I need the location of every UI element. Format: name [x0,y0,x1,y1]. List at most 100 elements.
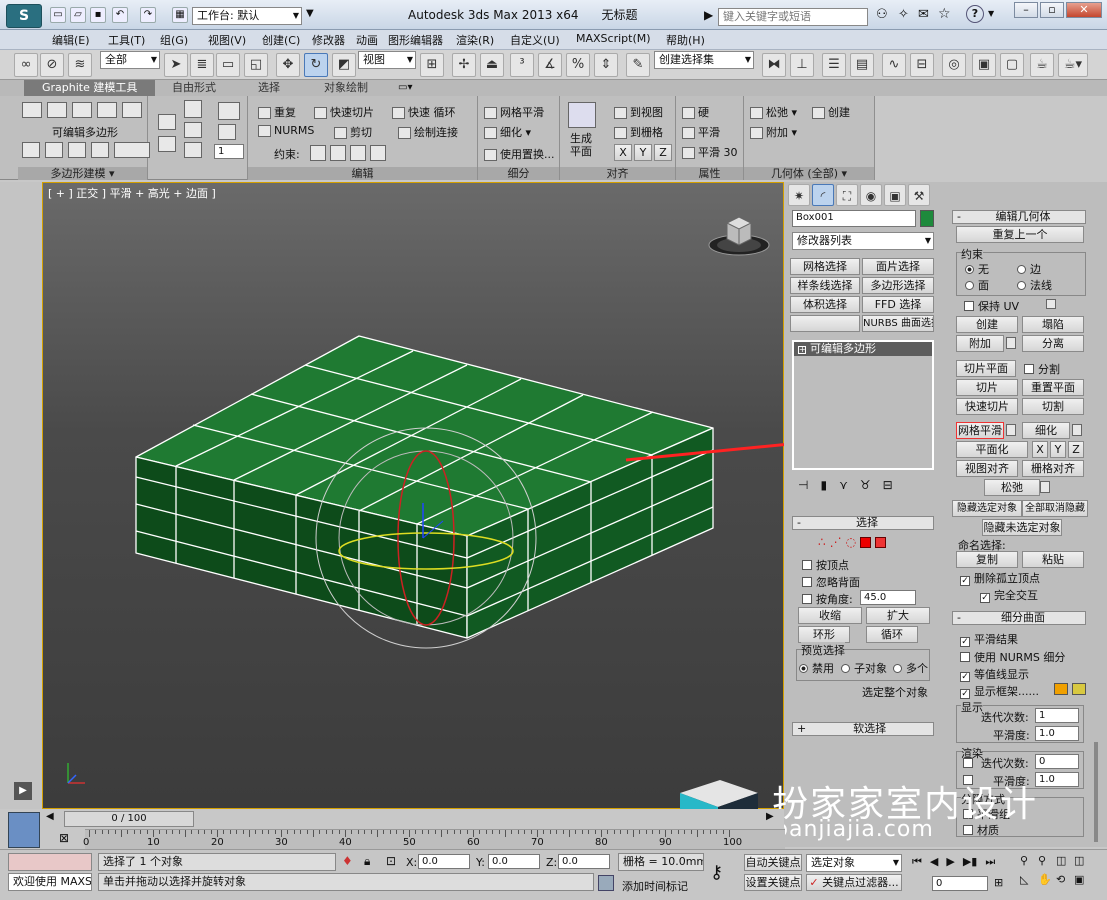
search-arrow-icon[interactable]: ▶ [704,8,713,22]
grid-align-button[interactable]: 栅格对齐 [1022,460,1084,477]
constrain-normal-icon[interactable] [370,145,386,161]
render-teapot-icon[interactable]: ☕ [1030,53,1054,77]
configure-sets-icon[interactable]: ⊟ [883,478,893,492]
redo-icon[interactable]: ↷ [140,7,156,23]
menu-rendering[interactable]: 渲染(R) [456,32,494,48]
maxscript-listener[interactable] [8,853,92,871]
time-slider[interactable]: ◀ 0 / 100 ▶ [42,809,784,829]
stack-show-icon[interactable] [91,142,109,158]
align-x-button[interactable]: X [614,144,632,161]
soft-sel-icon[interactable] [184,100,202,118]
align-icon[interactable]: ⊥ [790,53,814,77]
named-selection-select[interactable]: 创建选择集 ▼ [654,51,754,69]
new-file-icon[interactable]: ▭ [50,7,66,23]
render-iterative-icon[interactable]: ☕▾ [1058,53,1088,77]
nurbs-select-button[interactable]: NURBS 曲面选择 [862,315,934,332]
pin-stack-icon[interactable]: ⊣ [798,478,808,492]
zoom-icon[interactable]: ⚲ [1020,854,1038,867]
maxscript-mini[interactable]: 欢迎使用 MAXSc [8,873,92,891]
by-angle-checkbox[interactable]: 按角度: [802,591,853,607]
delete-isolated-checkbox[interactable]: ✓ 删除孤立顶点 [960,570,1040,586]
fov-icon[interactable]: ◺ [1020,873,1038,886]
gen-plane-label[interactable]: 生成平面 [570,132,594,158]
app-logo-icon[interactable]: S [6,4,42,28]
menu-tools[interactable]: 工具(T) [108,32,145,48]
constraint-edge-radio[interactable]: 边 [1017,261,1041,277]
spinner-snap-icon[interactable]: ⇕ [594,53,618,77]
rotate-icon[interactable]: ↻ [304,53,328,77]
angle-field[interactable]: 45.0 [860,590,916,605]
binoculars-icon[interactable]: ⚇ [876,7,888,22]
y-coord-field[interactable]: 0.0 [488,854,540,869]
menu-maxscript[interactable]: MAXScript(M) [576,32,651,45]
align-z-button[interactable]: Z [654,144,672,161]
orbit-icon[interactable]: ⟲ [1056,873,1074,886]
workspace-select[interactable]: 工作台: 默认 ▼ [192,7,302,25]
edge-mode-icon[interactable] [47,102,67,118]
selection-rollout-title[interactable]: - 选择 [792,516,934,530]
create-tab-icon[interactable]: ✷ [788,184,810,206]
goto-start-icon[interactable]: ⏮ [912,855,922,869]
element-icon[interactable] [875,537,887,548]
cut-button[interactable]: 剪切 [334,124,372,140]
meshsmooth-ribbon-button[interactable]: 网格平滑 [484,104,544,120]
time-config-icon[interactable]: ⊞ [994,876,1003,889]
paste-button[interactable]: 粘贴 [1022,551,1084,568]
mini-curve-icon[interactable] [8,812,40,848]
constraint-face-radio[interactable]: 面 [965,277,989,293]
menu-animation[interactable]: 动画 [356,32,378,48]
repeat-button[interactable]: 重复 [258,104,296,120]
by-vertex-checkbox[interactable]: 按顶点 [802,557,849,573]
modify-tab-icon[interactable]: ◜ [812,184,834,206]
window-crossing-icon[interactable]: ◱ [244,53,268,77]
isolate-icon[interactable]: ♦ [342,854,353,868]
next-frame-icon[interactable]: ▶▮ [963,855,978,869]
planar-x-button[interactable]: X [1032,441,1048,458]
constraint-normal-radio[interactable]: 法线 [1017,277,1052,293]
relax-ribbon-button[interactable]: 松弛 ▾ [750,104,797,120]
project-folder-icon[interactable]: ▦ [172,7,188,23]
iterations-field[interactable]: 1 [1035,708,1079,723]
object-color-swatch[interactable] [920,210,934,227]
collapse-button[interactable]: 塌陷 [1022,316,1084,333]
close-button[interactable]: ✕ [1066,2,1102,18]
maximize-button[interactable]: ▫ [1040,2,1064,18]
select-object-icon[interactable]: ➤ [164,53,188,77]
constrain-none-icon[interactable] [310,145,326,161]
slice-plane-button[interactable]: 切片平面 [956,360,1016,377]
show-end-icon[interactable]: ▮ [820,478,827,492]
polygon-modeling-footer[interactable]: 多边形建模 ▾ [18,167,147,180]
copy-button[interactable]: 复制 [956,551,1018,568]
menu-modifiers[interactable]: 修改器 [312,32,345,48]
pan-icon[interactable]: ✋ [1038,873,1056,886]
polygon-mode-icon[interactable] [97,102,117,118]
time-tag-icon[interactable] [598,875,614,891]
paint-icon[interactable] [218,124,236,140]
preview-subobj-radio[interactable]: 子对象 [841,660,887,676]
toggle-icon[interactable] [184,142,202,158]
qat-dropdown-icon[interactable]: ▼ [306,8,314,19]
split-checkbox[interactable]: 分割 [1024,361,1060,377]
gen-plane-icon[interactable] [568,102,596,128]
grow-button[interactable]: 扩大 [866,607,930,624]
slice-button[interactable]: 切片 [956,379,1018,396]
preserve-uv-settings-icon[interactable] [1046,299,1056,309]
quickslice-button[interactable]: 快速切片 [314,104,374,120]
create-ribbon-button[interactable]: 创建 [812,104,850,120]
patch-select-button[interactable]: 面片选择 [862,258,934,275]
schematic-view-icon[interactable]: ⊟ [910,53,934,77]
pivot-center-icon[interactable]: ⊞ [420,53,444,77]
z-coord-field[interactable]: 0.0 [558,854,610,869]
constrain-edge-icon[interactable] [330,145,346,161]
subdivision-rollout-title[interactable]: - 细分曲面 [952,611,1086,625]
stack-next-icon[interactable] [45,142,63,158]
smoothness-field[interactable]: 1.0 [1035,726,1079,741]
ref-coord-select[interactable]: 视图 ▼ [358,51,416,69]
vertex-mode-icon[interactable] [22,102,42,118]
blank-mod-button[interactable] [790,315,860,332]
curve-editor-icon[interactable]: ∿ [882,53,906,77]
time-prev-icon[interactable]: ◀ [46,811,58,825]
align-y-button[interactable]: Y [634,144,652,161]
swift-loop-button[interactable]: 快速 循环 [392,104,456,120]
menu-create[interactable]: 创建(C) [262,32,300,48]
